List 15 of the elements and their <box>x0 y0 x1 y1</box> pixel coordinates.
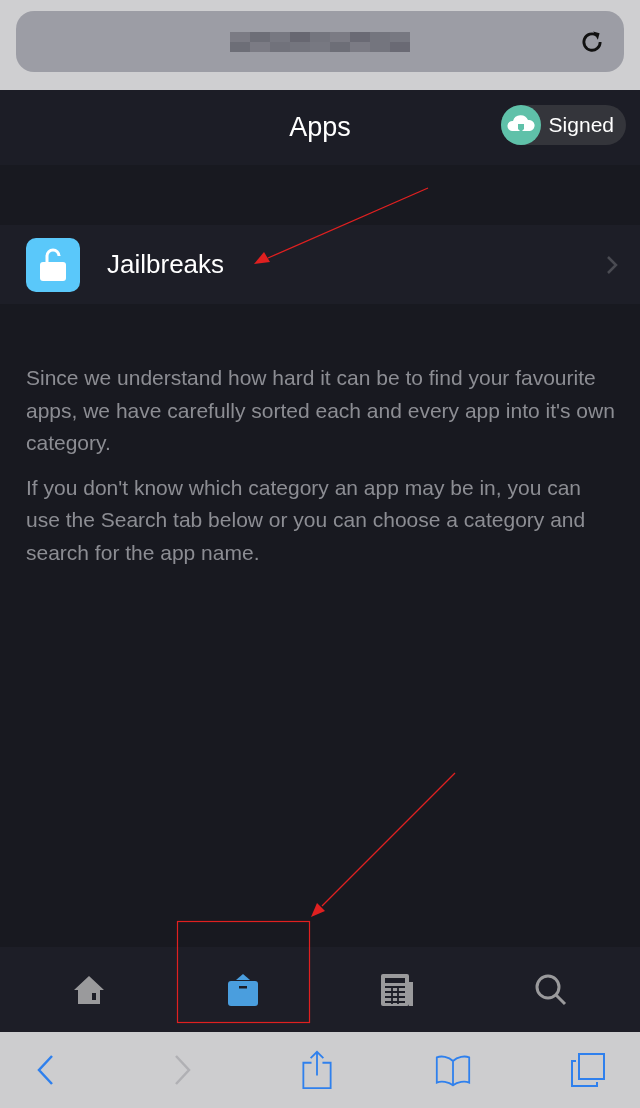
chevron-left-icon <box>36 1053 56 1087</box>
tabs-icon <box>570 1050 606 1090</box>
page-title: Apps <box>289 112 351 143</box>
newspaper-icon <box>379 971 415 1008</box>
category-row[interactable]: Jailbreaks <box>0 225 640 304</box>
category-label: Jailbreaks <box>107 249 226 280</box>
description-text: Since we understand how hard it can be to find your favourite apps, we have carefully sorted each and every app into it's own category. <box>26 365 616 456</box>
chevron-right-icon <box>606 254 618 275</box>
unlocked-padlock-icon <box>26 237 80 292</box>
box-icon <box>225 971 261 1008</box>
signed-badge[interactable]: Signed <box>500 105 626 145</box>
cloud-shield-icon <box>500 105 541 145</box>
share-icon <box>299 1050 335 1090</box>
description-text: If you don't know which category an app may be in, you can use the Search tab below or you can choose a category and search for the app name. <box>26 474 587 566</box>
signed-label: Signed <box>548 113 614 137</box>
